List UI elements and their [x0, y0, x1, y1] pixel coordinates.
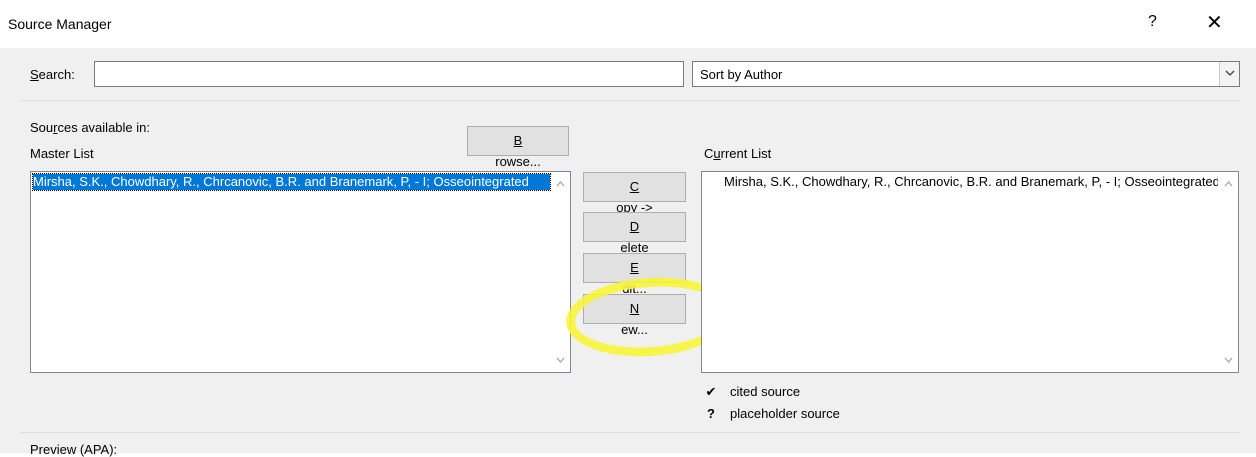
- scroll-down-icon[interactable]: [1224, 357, 1233, 363]
- dialog-title: Source Manager: [8, 16, 112, 32]
- title-bar: Source Manager ? ✕: [0, 0, 1256, 48]
- question-mark-icon: ?: [707, 406, 715, 421]
- close-button[interactable]: ✕: [1206, 10, 1223, 35]
- checkmark-icon: ✔: [705, 384, 717, 399]
- sort-dropdown[interactable]: Sort by Author: [692, 61, 1240, 87]
- preview-label: Preview (APA):: [30, 442, 118, 457]
- scroll-up-icon[interactable]: [556, 181, 565, 187]
- chevron-down-icon: [1225, 70, 1235, 76]
- copy-button[interactable]: Copy ->: [583, 172, 686, 215]
- current-list-scrollbar[interactable]: [1220, 173, 1237, 371]
- sort-dropdown-button[interactable]: [1219, 62, 1239, 86]
- delete-button[interactable]: Delete: [583, 212, 686, 255]
- scroll-up-icon[interactable]: [1224, 181, 1233, 187]
- divider: [20, 100, 1240, 101]
- current-list[interactable]: Mirsha, S.K., Chowdhary, R., Chrcanovic,…: [701, 171, 1239, 373]
- current-list-label: Current List: [704, 146, 772, 161]
- help-button[interactable]: ?: [1148, 13, 1157, 31]
- sort-selected-value: Sort by Author: [700, 67, 783, 82]
- master-list-scrollbar[interactable]: [552, 173, 569, 371]
- browse-button[interactable]: Browse...: [467, 126, 569, 169]
- sources-available-label: Sources available in:: [30, 120, 150, 135]
- divider: [20, 432, 1240, 433]
- source-manager-dialog: Source Manager ? ✕ Search: Sort by Autho…: [0, 0, 1256, 457]
- search-input[interactable]: [94, 61, 684, 87]
- list-item[interactable]: Mirsha, S.K., Chowdhary, R., Chrcanovic,…: [724, 174, 1218, 190]
- master-list[interactable]: Mirsha, S.K., Chowdhary, R., Chrcanovic,…: [30, 171, 571, 373]
- list-item[interactable]: Mirsha, S.K., Chowdhary, R., Chrcanovic,…: [32, 173, 551, 191]
- scroll-down-icon[interactable]: [556, 357, 565, 363]
- search-label: Search:: [30, 67, 75, 82]
- master-list-label: Master List: [30, 146, 94, 161]
